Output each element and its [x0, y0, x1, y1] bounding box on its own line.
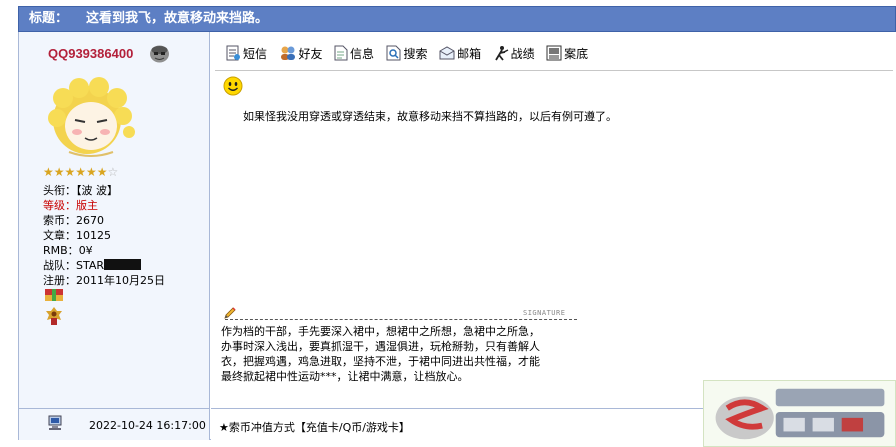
- post-timestamp: 2022-10-24 16:17:00: [89, 419, 206, 432]
- stat-label: 战队：: [43, 259, 76, 272]
- signature-text: 作为档的干部，手先要深入裙中，想裙中之所想，急裙中之所急，办事时深入浅出，要真抓…: [221, 325, 540, 383]
- friend-button[interactable]: 好友: [279, 45, 323, 62]
- computer-icon[interactable]: [47, 415, 63, 431]
- stat-label: 头衔：: [43, 184, 76, 197]
- mail-label: 邮箱: [457, 47, 482, 61]
- info-label: 信息: [350, 47, 375, 61]
- sms-label: 短信: [243, 47, 268, 61]
- soldier-icon: [494, 46, 508, 61]
- friend-label: 好友: [298, 47, 323, 61]
- stat-value: 0¥: [78, 244, 93, 257]
- author-name-link[interactable]: QQ939386400: [48, 46, 133, 61]
- stat-label: 等级：: [43, 199, 76, 212]
- stat-label: 文章：: [43, 229, 76, 242]
- user-stats: 头衔：【波 波】 等级：版主 索币：2670 文章：10125 RMB：0¥ 战…: [43, 183, 165, 288]
- stat-value: STAR: [76, 259, 105, 272]
- case-label: 案底: [564, 47, 589, 61]
- search-icon: [386, 45, 401, 61]
- document-icon: [334, 45, 348, 61]
- stat-label: RMB：: [43, 244, 79, 257]
- post-table: QQ939386400 ★★★★★★☆ 头衔：【波 波】 等级：版主 索币：26…: [18, 32, 896, 440]
- stat-value: 2011年10月25日: [76, 274, 165, 287]
- stat-team: 战队：STAR: [43, 258, 165, 273]
- rank-stars-empty: ☆: [107, 165, 119, 179]
- smiley-icon: [223, 76, 243, 96]
- friends-icon: [280, 46, 295, 60]
- team-redacted-block: [104, 259, 142, 270]
- stat-rmb: RMB：0¥: [43, 243, 165, 258]
- sms-button[interactable]: 短信: [225, 45, 267, 62]
- stat-level: 等级：版主: [43, 198, 165, 213]
- post-body: 如果怪我没用穿透或穿透结束，故意移动来挡不算挡路的，以后有例可遵了。: [243, 110, 617, 123]
- sms-icon: [226, 45, 240, 61]
- site-watermark-logo: [703, 380, 896, 447]
- stat-coins: 索币：2670: [43, 213, 165, 228]
- post-title-bar: 标题： 这看到我飞，故意移动来挡路。: [18, 6, 896, 32]
- stat-title: 头衔：【波 波】: [43, 183, 165, 198]
- stat-label: 注册：: [43, 274, 76, 287]
- info-button[interactable]: 信息: [334, 45, 374, 62]
- recharge-link[interactable]: ★索币冲值方式【充值卡/Q币/游戏卡】: [219, 419, 410, 435]
- author-panel: QQ939386400 ★★★★★★☆ 头衔：【波 波】 等级：版主 索币：26…: [19, 32, 210, 408]
- stat-value: 2670: [76, 214, 104, 227]
- stat-posts: 文章：10125: [43, 228, 165, 243]
- post-title: 这看到我飞，故意移动来挡路。: [86, 11, 269, 26]
- stat-registered: 注册：2011年10月25日: [43, 273, 165, 288]
- mail-icon: [439, 46, 455, 60]
- rank-stars-filled: ★★★★★★: [43, 165, 108, 179]
- signature-label: SIGNATURE: [523, 309, 566, 317]
- record-button[interactable]: 战绩: [493, 45, 535, 62]
- search-button[interactable]: 搜索: [386, 45, 428, 62]
- case-file-icon: [546, 45, 562, 61]
- post-meta: 2022-10-24 16:17:00: [19, 408, 210, 440]
- post-content-panel: 短信 好友 信息 搜索 邮箱 战绩 案底 如果怪我没用穿透或穿透结束，故意移动来…: [211, 32, 896, 408]
- case-button[interactable]: 案底: [546, 45, 588, 62]
- badge-icon: [46, 307, 62, 325]
- stat-label: 索币：: [43, 214, 76, 227]
- medal-icon: [45, 289, 63, 301]
- mailbox-button[interactable]: 邮箱: [439, 45, 481, 62]
- post-toolbar: 短信 好友 信息 搜索 邮箱 战绩 案底: [225, 45, 596, 63]
- stat-value: 10125: [76, 229, 111, 242]
- stat-value: 版主: [76, 199, 98, 212]
- online-status-icon: [150, 45, 169, 63]
- user-rank-stars: ★★★★★★☆: [43, 165, 118, 179]
- title-label: 标题：: [29, 11, 69, 26]
- toolbar-divider: [215, 70, 893, 71]
- user-avatar[interactable]: [45, 76, 137, 160]
- record-label: 战绩: [510, 47, 535, 61]
- stat-value: 【波 波】: [76, 184, 118, 197]
- search-label: 搜索: [403, 47, 428, 61]
